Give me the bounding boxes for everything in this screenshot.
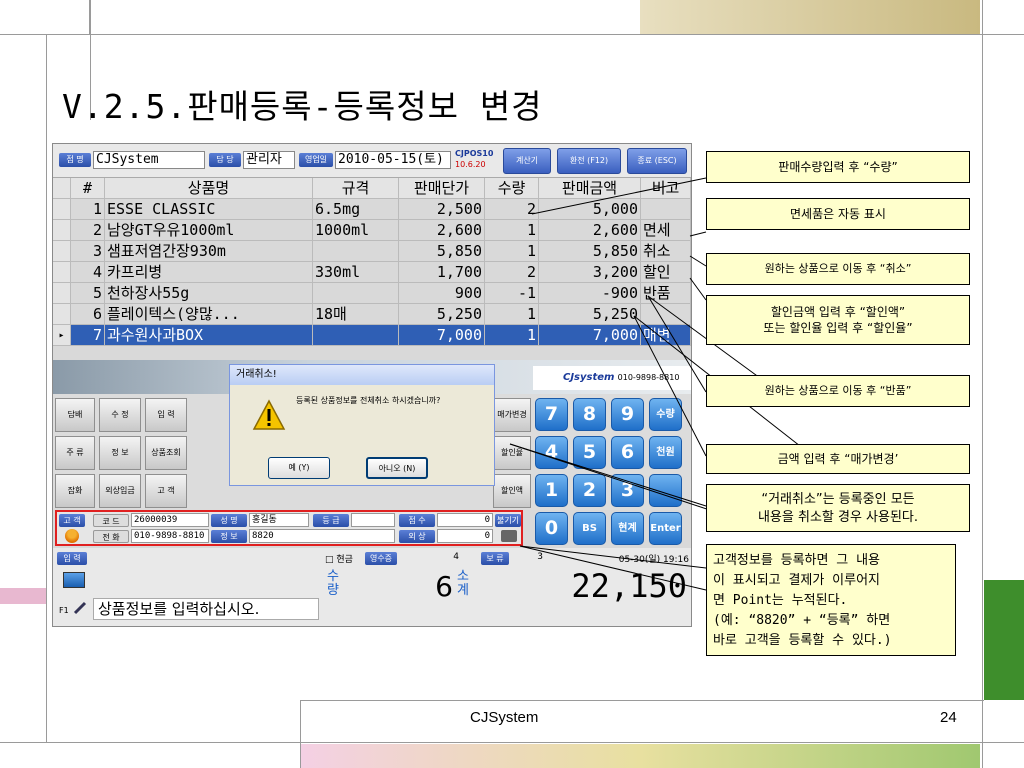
callout-customer-line3: 면 Point는 누적된다.	[713, 593, 848, 608]
callout-customer-info: 고객정보를 등록하면 그 내용 이 표시되고 결제가 이루어지 면 Point는…	[706, 544, 956, 656]
callout-transaction-cancel-line1: “거래취소”는 등록중인 모든	[761, 492, 915, 507]
callout-cancel: 원하는 상품으로 이동 후 “취소”	[706, 253, 970, 285]
callout-transaction-cancel-line2: 내용을 취소할 경우 사용된다.	[757, 510, 919, 525]
callout-return: 원하는 상품으로 이동 후 “반품”	[706, 375, 970, 407]
callout-customer-line5: 바로 고객을 등록할 수 있다.)	[713, 633, 892, 648]
callout-customer-line4: (예: “8820” + “등록” 하면	[713, 613, 891, 628]
callout-discount-line1: 할인금액 입력 후 “할인액”	[770, 305, 906, 319]
callout-price-change: 금액 입력 후 “매가변경’	[706, 444, 970, 474]
callout-customer-line1: 고객정보를 등록하면 그 내용	[713, 553, 881, 568]
callout-discount: 할인금액 입력 후 “할인액” 또는 할인율 입력 후 “할인율”	[706, 295, 970, 345]
callout-discount-line2: 또는 할인율 입력 후 “할인율”	[763, 321, 913, 335]
callout-quantity: 판매수량입력 후 “수량”	[706, 151, 970, 183]
callout-tax-free: 면세품은 자동 표시	[706, 198, 970, 230]
callout-customer-line2: 이 표시되고 결제가 이루어지	[713, 573, 881, 588]
callout-transaction-cancel: “거래취소”는 등록중인 모든 내용을 취소할 경우 사용된다.	[706, 484, 970, 532]
